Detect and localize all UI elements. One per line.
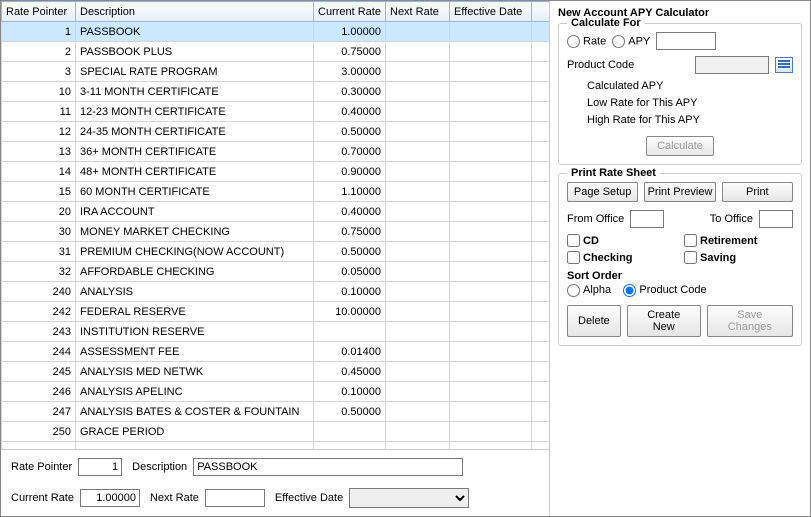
print-preview-button[interactable]: Print Preview: [644, 182, 715, 202]
table-row[interactable]: 1112-23 MONTH CERTIFICATE0.40000: [2, 102, 550, 122]
product-lookup-icon[interactable]: [775, 57, 793, 73]
table-row[interactable]: 247ANALYSIS BATES & COSTER & FOUNTAIN0.5…: [2, 402, 550, 422]
table-row[interactable]: 1560 MONTH CERTIFICATE1.10000: [2, 182, 550, 202]
table-row[interactable]: 1336+ MONTH CERTIFICATE0.70000: [2, 142, 550, 162]
to-office-input[interactable]: [759, 210, 793, 228]
rate-pointer-label: Rate Pointer: [11, 461, 72, 473]
sort-order-title: Sort Order: [567, 270, 793, 282]
current-rate-input[interactable]: [80, 489, 140, 507]
table-row[interactable]: 242FEDERAL RESERVE10.00000: [2, 302, 550, 322]
cd-checkbox-label[interactable]: CD: [567, 234, 676, 247]
col-header[interactable]: Current Rate: [314, 2, 386, 22]
print-button[interactable]: Print: [722, 182, 793, 202]
cd-checkbox[interactable]: [567, 234, 580, 247]
calculated-apy-label: Calculated APY: [587, 80, 793, 92]
product-code-radio-label[interactable]: Product Code: [623, 284, 706, 296]
col-header[interactable]: [532, 2, 550, 22]
table-row[interactable]: 32AFFORDABLE CHECKING0.05000: [2, 262, 550, 282]
product-code-radio[interactable]: [623, 284, 636, 297]
table-row: [2, 442, 550, 451]
table-row[interactable]: 246ANALYSIS APELINC0.10000: [2, 382, 550, 402]
rate-table[interactable]: Rate PointerDescriptionCurrent RateNext …: [1, 1, 549, 450]
table-row[interactable]: 245ANALYSIS MED NETWK0.45000: [2, 362, 550, 382]
low-rate-label: Low Rate for This APY: [587, 97, 793, 109]
save-changes-button: Save Changes: [707, 305, 793, 337]
description-input[interactable]: [193, 458, 463, 476]
table-row[interactable]: 3SPECIAL RATE PROGRAM3.00000: [2, 62, 550, 82]
table-row[interactable]: 30MONEY MARKET CHECKING0.75000: [2, 222, 550, 242]
create-new-button[interactable]: Create New: [627, 305, 701, 337]
delete-button[interactable]: Delete: [567, 305, 621, 337]
description-label: Description: [132, 461, 187, 473]
apy-radio[interactable]: [612, 35, 625, 48]
alpha-radio[interactable]: [567, 284, 580, 297]
table-row[interactable]: 31PREMIUM CHECKING(NOW ACCOUNT)0.50000: [2, 242, 550, 262]
page-setup-button[interactable]: Page Setup: [567, 182, 638, 202]
product-code-input: [695, 56, 769, 74]
checking-checkbox[interactable]: [567, 251, 580, 264]
table-row[interactable]: 240ANALYSIS0.10000: [2, 282, 550, 302]
table-row[interactable]: 103-11 MONTH CERTIFICATE0.30000: [2, 82, 550, 102]
calculate-for-group: Calculate For Rate APY Product Code Calc…: [558, 23, 802, 165]
col-header[interactable]: Effective Date: [450, 2, 532, 22]
rate-radio[interactable]: [567, 35, 580, 48]
high-rate-label: High Rate for This APY: [587, 114, 793, 126]
calculate-for-title: Calculate For: [567, 17, 645, 29]
effective-date-select[interactable]: [349, 488, 469, 508]
table-row[interactable]: 244ASSESSMENT FEE0.01400: [2, 342, 550, 362]
apy-value-input[interactable]: [656, 32, 716, 50]
table-row[interactable]: 20IRA ACCOUNT0.40000: [2, 202, 550, 222]
next-rate-label: Next Rate: [150, 492, 199, 504]
saving-checkbox-label[interactable]: Saving: [684, 251, 793, 264]
effective-date-label: Effective Date: [275, 492, 343, 504]
calculate-button: Calculate: [646, 136, 714, 156]
alpha-radio-label[interactable]: Alpha: [567, 284, 611, 296]
table-row[interactable]: 2PASSBOOK PLUS0.75000: [2, 42, 550, 62]
next-rate-input[interactable]: [205, 489, 265, 507]
saving-checkbox[interactable]: [684, 251, 697, 264]
from-office-label: From Office: [567, 213, 624, 225]
table-row[interactable]: 1448+ MONTH CERTIFICATE0.90000: [2, 162, 550, 182]
to-office-label: To Office: [710, 213, 753, 225]
table-row[interactable]: 243INSTITUTION RESERVE: [2, 322, 550, 342]
table-row[interactable]: 1224-35 MONTH CERTIFICATE0.50000: [2, 122, 550, 142]
print-panel-title: Print Rate Sheet: [567, 167, 660, 179]
rate-radio-label[interactable]: Rate: [567, 35, 606, 48]
print-rate-sheet-group: Print Rate Sheet Page Setup Print Previe…: [558, 173, 802, 346]
edit-form: Rate Pointer Description Current Rate Ne…: [1, 450, 549, 516]
col-header[interactable]: Description: [76, 2, 314, 22]
product-code-label: Product Code: [567, 59, 634, 71]
retirement-checkbox-label[interactable]: Retirement: [684, 234, 793, 247]
checking-checkbox-label[interactable]: Checking: [567, 251, 676, 264]
from-office-input[interactable]: [630, 210, 664, 228]
apy-radio-label[interactable]: APY: [612, 35, 650, 48]
col-header[interactable]: Next Rate: [386, 2, 450, 22]
current-rate-label: Current Rate: [11, 492, 74, 504]
retirement-checkbox[interactable]: [684, 234, 697, 247]
table-row[interactable]: 1PASSBOOK1.00000: [2, 22, 550, 42]
rate-pointer-input[interactable]: [78, 458, 122, 476]
table-row[interactable]: 250GRACE PERIOD: [2, 422, 550, 442]
col-header[interactable]: Rate Pointer: [2, 2, 76, 22]
